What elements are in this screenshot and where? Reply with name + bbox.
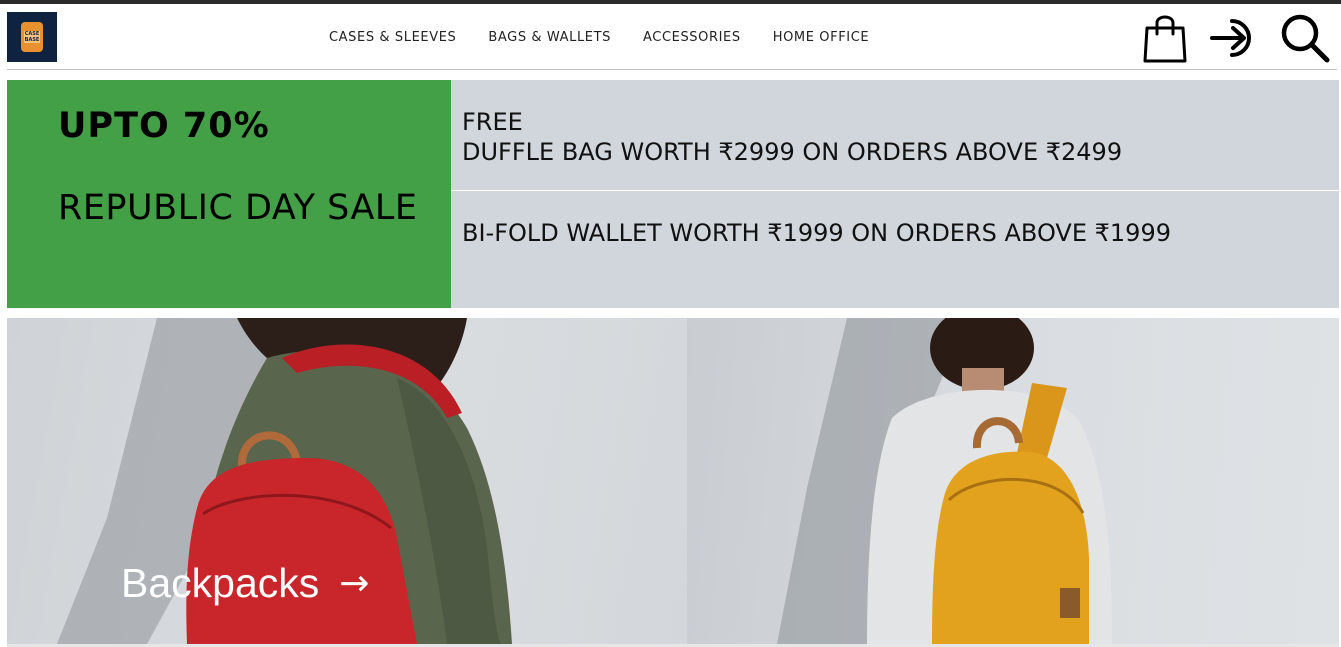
brand-logo[interactable]: CASE BASE — [7, 12, 57, 62]
sale-subheadline: REPUBLIC DAY SALE — [58, 188, 418, 228]
backpacks-link[interactable]: Backpacks → — [121, 560, 369, 607]
logo-tablet-icon: CASE BASE — [21, 22, 43, 52]
sale-headline: UPTO 70% — [58, 106, 270, 146]
header-divider — [7, 69, 1337, 70]
offer-divider — [451, 190, 1339, 191]
offers-panel: FREE DUFFLE BAG WORTH ₹2999 ON ORDERS AB… — [451, 80, 1339, 308]
offer-free-label: FREE — [462, 108, 523, 136]
login-icon[interactable] — [1208, 12, 1262, 68]
nav-home-office[interactable]: HOME OFFICE — [773, 30, 869, 45]
search-icon[interactable] — [1279, 12, 1331, 68]
offer-duffle-text: DUFFLE BAG WORTH ₹2999 ON ORDERS ABOVE ₹… — [462, 138, 1123, 166]
logo-text: CASE BASE — [24, 31, 40, 43]
hero-image-yellow-backpack — [687, 318, 1339, 644]
nav-cases-sleeves[interactable]: CASES & SLEEVES — [329, 30, 456, 45]
offer-wallet-text: BI-FOLD WALLET WORTH ₹1999 ON ORDERS ABO… — [462, 219, 1171, 247]
promo-banner[interactable]: UPTO 70% REPUBLIC DAY SALE FREE DUFFLE B… — [7, 80, 1339, 308]
arrow-right-icon: → — [339, 563, 370, 604]
main-nav: CASES & SLEEVES BAGS & WALLETS ACCESSORI… — [329, 30, 901, 45]
backpacks-hero[interactable]: Backpacks → — [7, 318, 1339, 644]
sale-panel: UPTO 70% REPUBLIC DAY SALE — [7, 80, 451, 308]
nav-bags-wallets[interactable]: BAGS & WALLETS — [488, 30, 611, 45]
backpacks-label: Backpacks — [121, 560, 320, 606]
nav-accessories[interactable]: ACCESSORIES — [643, 30, 741, 45]
offer-duffle-bag: FREE DUFFLE BAG WORTH ₹2999 ON ORDERS AB… — [462, 107, 1122, 167]
shopping-bag-icon[interactable] — [1142, 12, 1188, 68]
site-header: CASE BASE CASES & SLEEVES BAGS & WALLETS… — [0, 4, 1341, 70]
hero-image-red-backpack: Backpacks → — [7, 318, 687, 644]
